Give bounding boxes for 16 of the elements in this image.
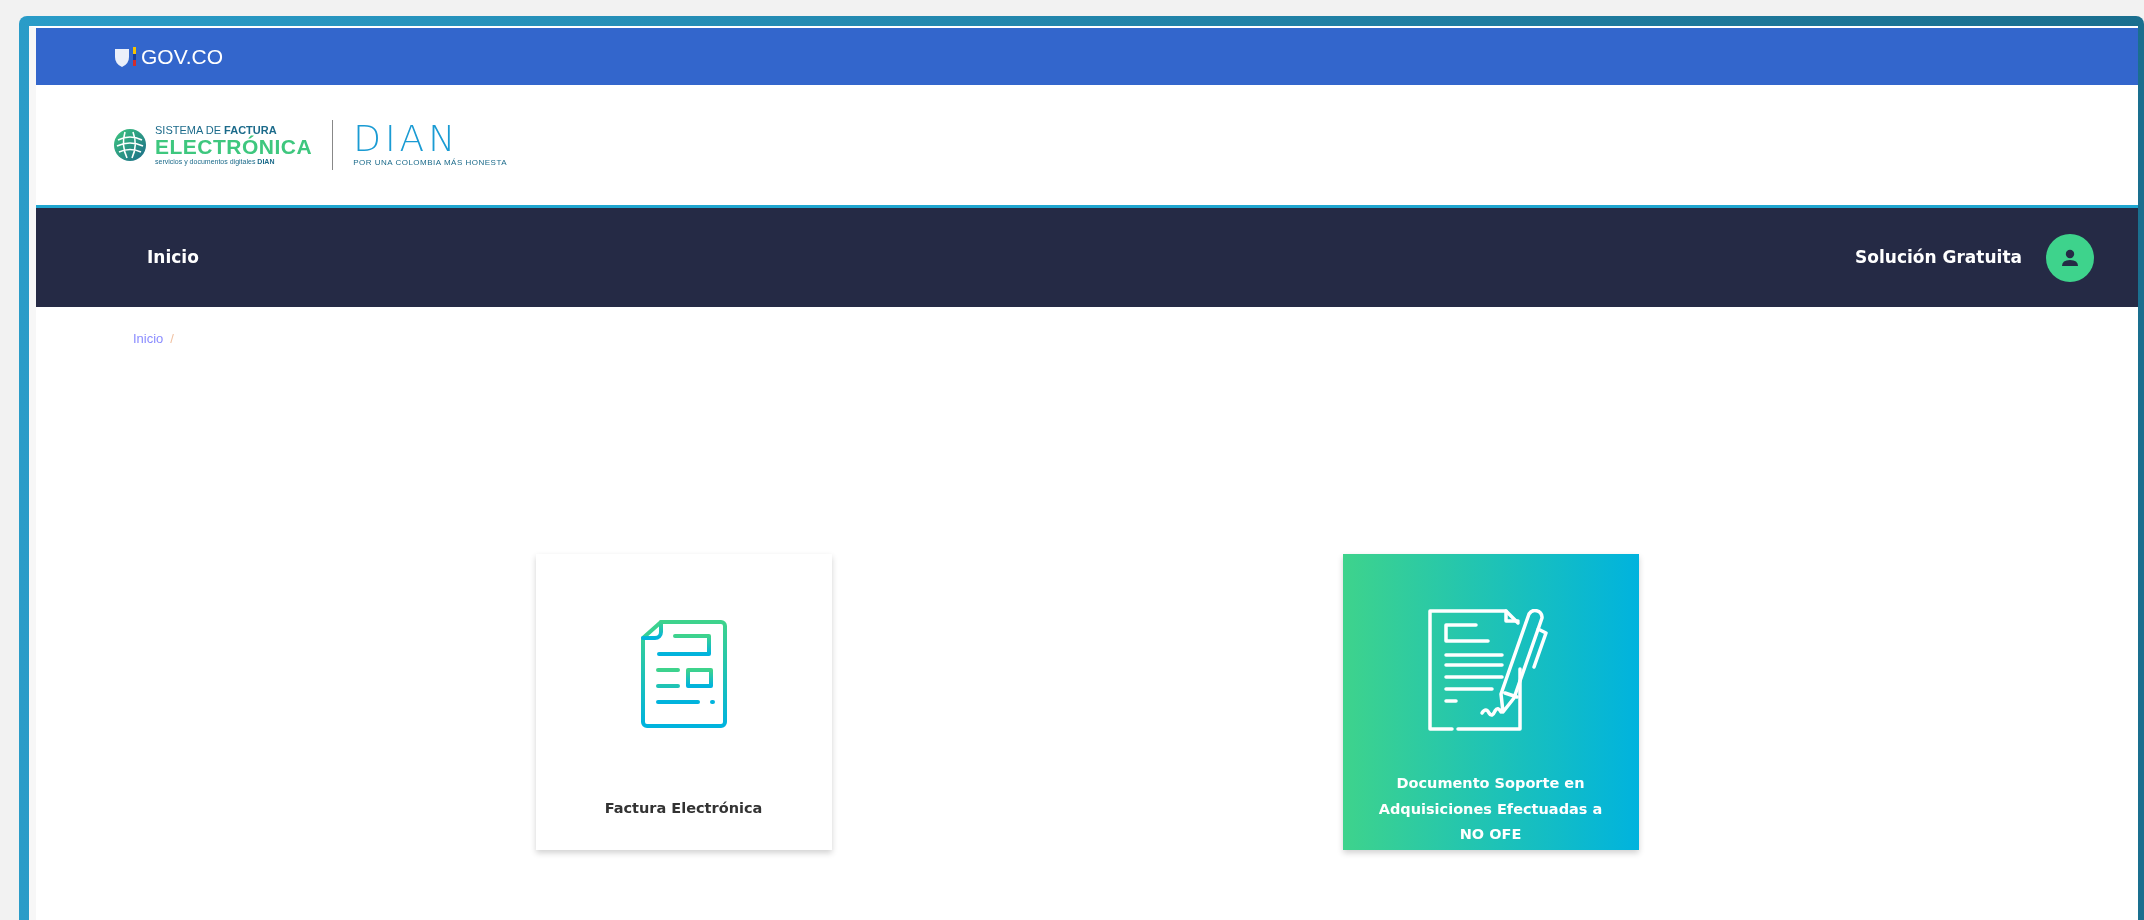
user-icon bbox=[2060, 247, 2080, 268]
nav-link[interactable]: Solución Gratuita bbox=[1855, 244, 2022, 271]
card-title: Documento Soporte en Adquisiciones Efectuadas a NO OFE bbox=[1377, 774, 1604, 845]
brand-tagline: POR UNA COLOMBIA MÁS HONESTA bbox=[353, 157, 508, 169]
shield-flag-icon bbox=[113, 45, 137, 68]
logo-heading: ELECTRÓNICA bbox=[155, 135, 313, 158]
brand-logo-text: DIAN bbox=[353, 121, 460, 157]
card-title: Factura Electrónica bbox=[604, 799, 763, 819]
document-icon bbox=[640, 619, 727, 728]
user-avatar-button[interactable] bbox=[2046, 233, 2094, 282]
globe-logo-icon bbox=[113, 128, 147, 162]
menu-card[interactable]: Factura Electrónica bbox=[535, 553, 832, 850]
gov-logo-text[interactable]: GOV.CO bbox=[141, 40, 224, 73]
logo-title: SISTEMA DE FACTURA bbox=[155, 124, 277, 136]
nav-link[interactable]: Inicio bbox=[147, 244, 199, 271]
breadcrumb-separator: / bbox=[170, 330, 174, 348]
